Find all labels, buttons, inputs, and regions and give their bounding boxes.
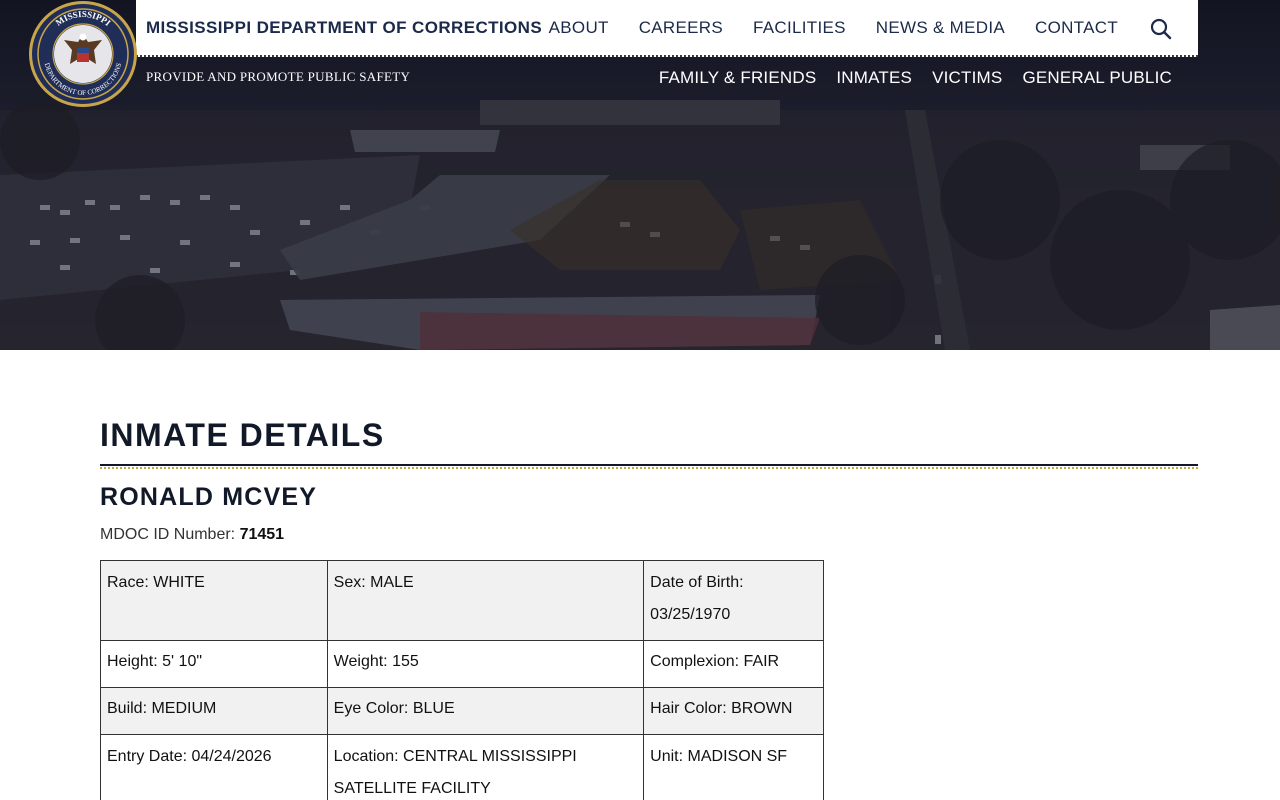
nav-about[interactable]: ABOUT: [549, 18, 609, 38]
nav-general-public[interactable]: GENERAL PUBLIC: [1022, 68, 1172, 88]
table-cell: Race: WHITE: [100, 560, 328, 641]
agency-name[interactable]: MISSISSIPPI DEPARTMENT OF CORRECTIONS: [146, 18, 542, 38]
nav-careers[interactable]: CAREERS: [639, 18, 723, 38]
title-divider-dotted: [100, 467, 1198, 469]
table-cell: Weight: 155: [326, 640, 645, 688]
table-row: Height: 5' 10" Weight: 155 Complexion: F…: [100, 640, 824, 688]
top-navigation-bar: MISSISSIPPI DEPARTMENT OF CORRECTIONS AB…: [136, 0, 1198, 57]
nav-facilities[interactable]: FACILITIES: [753, 18, 846, 38]
table-cell: Location: CENTRAL MISSISSIPPI SATELLITE …: [326, 734, 645, 800]
mdoc-id-line: MDOC ID Number: 71451: [100, 526, 1198, 544]
table-cell: Hair Color: BROWN: [643, 687, 824, 735]
table-cell: Complexion: FAIR: [643, 640, 824, 688]
nav-victims[interactable]: VICTIMS: [932, 68, 1002, 88]
seal-graphic: MISSISSIPPI DEPARTMENT OF CORRECTIONS: [35, 6, 131, 102]
table-row: Race: WHITE Sex: MALE Date of Birth: 03/…: [100, 560, 824, 641]
search-icon: [1150, 18, 1172, 40]
table-cell: Date of Birth: 03/25/1970: [643, 560, 824, 641]
table-row: Entry Date: 04/24/2026 Location: CENTRAL…: [100, 734, 824, 800]
table-row: Build: MEDIUM Eye Color: BLUE Hair Color…: [100, 687, 824, 735]
search-button[interactable]: [1150, 18, 1172, 40]
inmate-name: RONALD MCVEY: [100, 483, 318, 511]
title-divider: [100, 464, 1198, 466]
secondary-nav: FAMILY & FRIENDS INMATES VICTIMS GENERAL…: [659, 68, 1172, 88]
nav-news-media[interactable]: NEWS & MEDIA: [876, 18, 1005, 38]
agency-seal-logo[interactable]: MISSISSIPPI DEPARTMENT OF CORRECTIONS: [29, 1, 137, 107]
table-cell: Build: MEDIUM: [100, 687, 328, 735]
nav-family-friends[interactable]: FAMILY & FRIENDS: [659, 68, 817, 88]
mdoc-id-label: MDOC ID Number:: [100, 526, 236, 543]
table-cell: Unit: MADISON SF: [643, 734, 824, 800]
nav-inmates[interactable]: INMATES: [836, 68, 912, 88]
table-cell: Entry Date: 04/24/2026: [100, 734, 328, 800]
table-cell: Sex: MALE: [326, 560, 645, 641]
nav-contact[interactable]: CONTACT: [1035, 18, 1118, 38]
hero-banner: MISSISSIPPI DEPARTMENT OF CORRECTIONS MI…: [0, 0, 1280, 350]
table-cell: Height: 5' 10": [100, 640, 328, 688]
agency-tagline: PROVIDE AND PROMOTE PUBLIC SAFETY: [146, 69, 411, 84]
primary-nav: ABOUT CAREERS FACILITIES NEWS & MEDIA CO…: [549, 18, 1118, 38]
page-title: INMATE DETAILS: [100, 417, 385, 453]
mdoc-id-value: 71451: [239, 526, 285, 543]
table-cell: Eye Color: BLUE: [326, 687, 645, 735]
inmate-details-table: Race: WHITE Sex: MALE Date of Birth: 03/…: [100, 560, 824, 800]
main-content: INMATE DETAILS RONALD MCVEY MDOC ID Numb…: [100, 350, 1198, 800]
